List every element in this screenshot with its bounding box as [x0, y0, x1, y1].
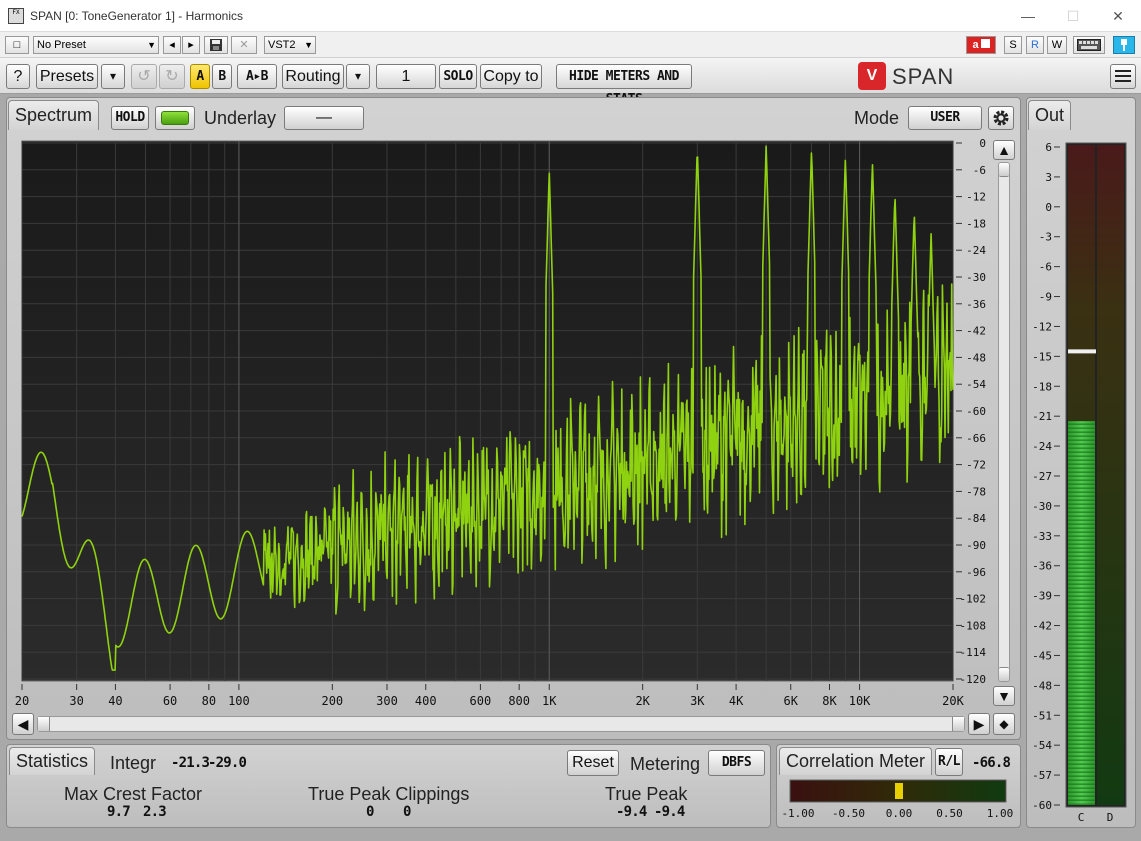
out-scale-label: 6 — [1045, 141, 1052, 154]
out-meter-scale: 6 3 0 -3 -6 -9 -12 -15 -18 -21 -24 -27 -30 -33 -36 -39 -… — [1032, 141, 1060, 812]
channel-c-label: C — [1078, 811, 1085, 824]
out-scale-label: -12 — [1032, 320, 1052, 333]
out-scale-label: -45 — [1032, 649, 1052, 662]
meter-right-channel-bg — [1097, 145, 1124, 805]
out-scale-label: -21 — [1032, 410, 1052, 423]
out-scale-label: -30 — [1032, 500, 1052, 513]
out-scale-label: -60 — [1032, 799, 1052, 812]
peak-hold-marker — [1068, 349, 1096, 354]
out-scale-label: -39 — [1032, 590, 1052, 603]
meter-left-fill — [1068, 421, 1095, 805]
out-scale-label: -15 — [1032, 350, 1052, 363]
out-scale-label: -36 — [1032, 560, 1052, 573]
channel-d-label: D — [1107, 811, 1114, 824]
out-scale-label: 3 — [1045, 171, 1052, 184]
out-scale-label: -9 — [1039, 291, 1052, 304]
out-scale-label: -27 — [1032, 470, 1052, 483]
out-scale-label: -42 — [1032, 620, 1052, 633]
out-scale-label: -6 — [1039, 261, 1052, 274]
out-scale-label: -51 — [1032, 709, 1052, 722]
out-scale-label: -18 — [1032, 380, 1052, 393]
out-scale-label: 0 — [1045, 201, 1052, 214]
out-scale-label: -57 — [1032, 769, 1052, 782]
out-scale-label: -3 — [1039, 231, 1052, 244]
out-scale-label: -48 — [1032, 679, 1052, 692]
out-scale-label: -54 — [1032, 739, 1052, 752]
out-scale-label: -24 — [1032, 440, 1052, 453]
output-level-meter: 6 3 0 -3 -6 -9 -12 -15 -18 -21 -24 -27 -30 -33 -36 -39 -… — [1032, 141, 1127, 824]
out-scale-label: -33 — [1032, 530, 1052, 543]
